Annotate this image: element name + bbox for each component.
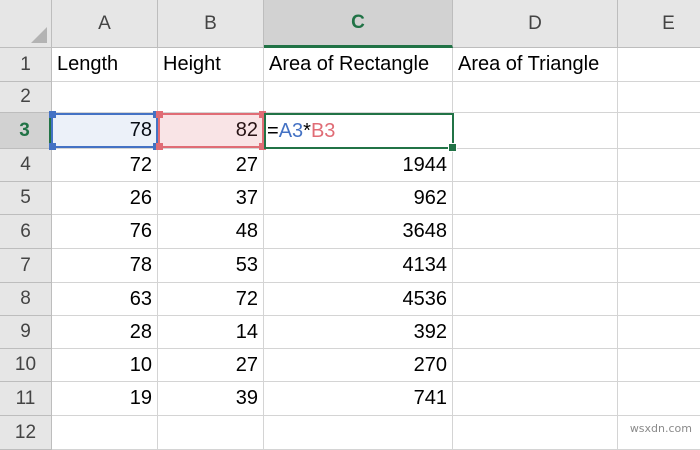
cell-a5[interactable]: 26	[52, 182, 158, 215]
cell-c5[interactable]: 962	[264, 182, 453, 215]
cell-e6[interactable]	[618, 215, 700, 249]
cell-e2[interactable]	[618, 82, 700, 113]
cell-b6[interactable]: 48	[158, 215, 264, 249]
row-header-6[interactable]: 6	[0, 215, 52, 249]
row-header-11[interactable]: 11	[0, 382, 52, 416]
watermark: wsxdn.com	[629, 422, 692, 435]
cell-d4[interactable]	[453, 149, 618, 182]
cell-c2[interactable]	[264, 82, 453, 113]
column-header-d[interactable]: D	[453, 0, 618, 48]
row-header-12[interactable]: 12	[0, 416, 52, 450]
cell-e1[interactable]	[618, 48, 700, 82]
select-all-triangle-icon[interactable]	[31, 27, 47, 43]
cell-a12[interactable]	[52, 416, 158, 450]
cell-d9[interactable]	[453, 316, 618, 349]
row-header-8[interactable]: 8	[0, 283, 52, 316]
formula-equals: =	[267, 119, 279, 142]
cell-c4[interactable]: 1944	[264, 149, 453, 182]
cell-a10[interactable]: 10	[52, 349, 158, 382]
row-header-3[interactable]: 3	[0, 113, 52, 149]
cell-b1[interactable]: Height	[158, 48, 264, 82]
row-header-1[interactable]: 1	[0, 48, 52, 82]
spreadsheet-grid: ABCDE 1 2 3 4 5 6 7 8 9 10 11 12 Length Height Area o…	[0, 0, 700, 450]
cell-b2[interactable]	[158, 82, 264, 113]
formula-multiply: *	[303, 119, 311, 142]
cell-e9[interactable]	[618, 316, 700, 349]
row-header-10[interactable]: 10	[0, 349, 52, 382]
cell-d11[interactable]	[453, 382, 618, 416]
cell-e7[interactable]	[618, 249, 700, 283]
cell-d10[interactable]	[453, 349, 618, 382]
cell-d1[interactable]: Area of Triangle	[453, 48, 618, 82]
formula-ref-b3: B3	[310, 119, 336, 142]
cell-b5[interactable]: 37	[158, 182, 264, 215]
cell-c10[interactable]: 270	[264, 349, 453, 382]
cell-c1[interactable]: Area of Rectangle	[264, 48, 453, 82]
cell-b10[interactable]: 27	[158, 349, 264, 382]
cell-d6[interactable]	[453, 215, 618, 249]
fill-handle-icon[interactable]	[448, 143, 457, 152]
row-header-9[interactable]: 9	[0, 316, 52, 349]
column-header-b[interactable]: B	[158, 0, 264, 48]
cell-a4[interactable]: 72	[52, 149, 158, 182]
cell-d12[interactable]	[453, 416, 618, 450]
cell-a7[interactable]: 78	[52, 249, 158, 283]
column-header-a[interactable]: A	[52, 0, 158, 48]
cell-b11[interactable]: 39	[158, 382, 264, 416]
cell-a9[interactable]: 28	[52, 316, 158, 349]
ref-a-handle-icon[interactable]	[49, 111, 56, 118]
cell-c12[interactable]	[264, 416, 453, 450]
cell-c9[interactable]: 392	[264, 316, 453, 349]
cell-a2[interactable]	[52, 82, 158, 113]
cell-b8[interactable]: 72	[158, 283, 264, 316]
cell-a11[interactable]: 19	[52, 382, 158, 416]
cell-e5[interactable]	[618, 182, 700, 215]
cell-c7[interactable]: 4134	[264, 249, 453, 283]
formula-reference-b3-highlight	[156, 111, 266, 150]
cell-b12[interactable]	[158, 416, 264, 450]
cell-b4[interactable]: 27	[158, 149, 264, 182]
cell-a8[interactable]: 63	[52, 283, 158, 316]
cell-d5[interactable]	[453, 182, 618, 215]
column-header-e[interactable]: E	[618, 0, 700, 48]
ref-a-handle-icon[interactable]	[49, 143, 56, 150]
cell-a6[interactable]: 76	[52, 215, 158, 249]
cell-e11[interactable]	[618, 382, 700, 416]
cell-c11[interactable]: 741	[264, 382, 453, 416]
column-header-c[interactable]: C	[264, 0, 453, 48]
cell-d2[interactable]	[453, 82, 618, 113]
cell-d8[interactable]	[453, 283, 618, 316]
row-header-2[interactable]: 2	[0, 82, 52, 113]
cell-b9[interactable]: 14	[158, 316, 264, 349]
cell-d7[interactable]	[453, 249, 618, 283]
ref-b-handle-icon[interactable]	[156, 111, 163, 118]
formula-ref-a3: A3	[278, 119, 304, 142]
row-header-5[interactable]: 5	[0, 182, 52, 215]
row-header-7[interactable]: 7	[0, 249, 52, 283]
select-all-corner[interactable]	[0, 0, 52, 48]
cell-c6[interactable]: 3648	[264, 215, 453, 249]
cell-a1[interactable]: Length	[52, 48, 158, 82]
cell-e4[interactable]	[618, 149, 700, 182]
cell-e10[interactable]	[618, 349, 700, 382]
cell-c8[interactable]: 4536	[264, 283, 453, 316]
cell-e8[interactable]	[618, 283, 700, 316]
ref-b-handle-icon[interactable]	[156, 143, 163, 150]
formula-reference-a3-highlight	[49, 111, 160, 150]
cell-formula-editor[interactable]: = A3 * B3	[267, 113, 335, 149]
cell-d3[interactable]	[453, 113, 618, 149]
cell-b7[interactable]: 53	[158, 249, 264, 283]
row-header-4[interactable]: 4	[0, 149, 52, 182]
cell-e3[interactable]	[618, 113, 700, 149]
